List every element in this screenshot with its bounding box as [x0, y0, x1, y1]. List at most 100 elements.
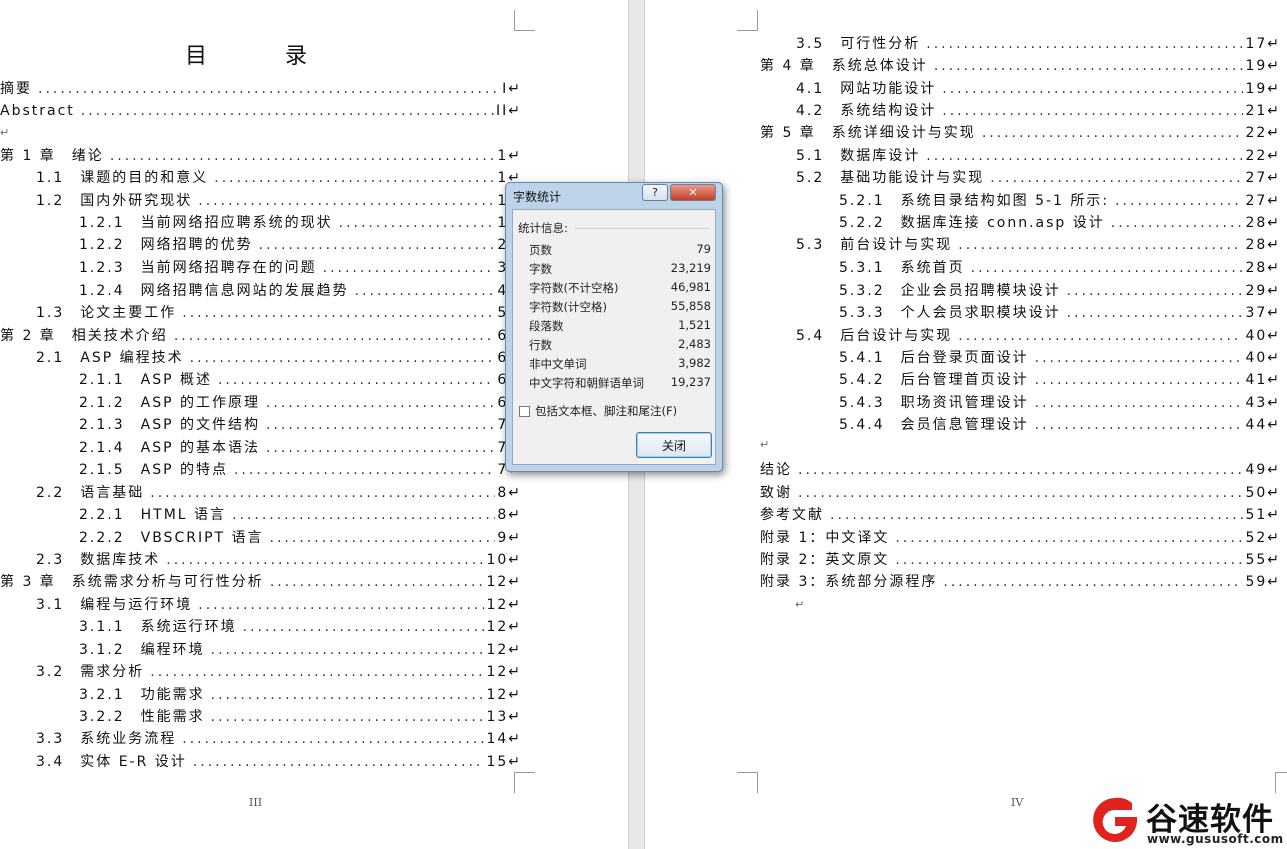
toc-leader-dots	[1067, 302, 1244, 324]
toc-entry[interactable]: 2.2.1 HTML 语言 8↵	[79, 504, 522, 526]
toc-leader-dots	[198, 594, 484, 616]
toc-leader-dots	[895, 527, 1243, 549]
toc-entry[interactable]: 2.3 数据库技术 10↵	[36, 549, 522, 571]
toc-entry-label: 5.4.3 职场资讯管理设计	[839, 395, 1029, 411]
toc-entry[interactable]: 5.4.1 后台登录页面设计 40↵	[839, 347, 1281, 369]
stat-row: 非中文单词 3,982	[529, 356, 711, 375]
toc-entry-page: 28↵	[1245, 237, 1281, 253]
toc-leader-dots	[943, 571, 1243, 593]
dialog-titlebar[interactable]: 字数统计 ? ✕	[506, 183, 722, 207]
toc-entry-page: 13↵	[486, 709, 522, 725]
toc-entry[interactable]: 2.2.2 VBSCRIPT 语言 9↵	[79, 527, 522, 549]
toc-entry[interactable]: 第 1 章 绪论 1↵	[0, 145, 522, 167]
toc-entry[interactable]: 1.2.4 网络招聘信息网站的发展趋势4↵	[79, 280, 522, 302]
stat-row: 段落数 1,521	[529, 318, 711, 337]
toc-entry[interactable]: 3.1.2 编程环境 12↵	[79, 639, 522, 661]
toc-entry[interactable]: 5.2 基础功能设计与实现 27↵	[796, 167, 1281, 189]
toc-entry-page: 14↵	[486, 731, 522, 747]
toc-entry-page: 52↵	[1245, 530, 1281, 546]
toc-entry[interactable]: 3.1.1 系统运行环境 12↵	[79, 616, 522, 638]
toc-entry[interactable]: 5.4.3 职场资讯管理设计 43↵	[839, 392, 1281, 414]
word-count-dialog: 字数统计 ? ✕ 统计信息: 页数 79 字数 23,219 字符数(不计空格) 46,9…	[505, 182, 723, 472]
toc-entry-label: 5.2.1 系统目录结构如图 5-1 所示:	[839, 193, 1110, 209]
toc-entry[interactable]: 2.2 语言基础 8↵	[36, 482, 522, 504]
toc-entry-label: 2.1.2 ASP 的工作原理	[79, 395, 260, 411]
toc-entry[interactable]: 5.4 后台设计与实现 40↵	[796, 325, 1281, 347]
toc-entry-page: 28↵	[1245, 260, 1281, 276]
toc-entry[interactable]: 1.2.2 网络招聘的优势2↵	[79, 234, 522, 256]
toc-leader-dots	[830, 504, 1243, 526]
toc-entry[interactable]: 3.2.2 性能需求 13↵	[79, 706, 522, 728]
toc-entry-label: 1.2.3 当前网络招聘存在的问题	[79, 260, 317, 276]
toc-entry[interactable]: 5.3.3 个人会员求职模块设计 37↵	[839, 302, 1281, 324]
toc-leader-dots	[270, 527, 496, 549]
toc-entry[interactable]: 第 2 章 相关技术介绍6↵	[0, 325, 522, 347]
toc-leader-dots	[895, 549, 1243, 571]
toc-entry[interactable]: 结论 49↵	[760, 459, 1281, 481]
toc-entry[interactable]: 第 3 章 系统需求分析与可行性分析 12↵	[0, 571, 522, 593]
toc-entry-label: 附录 3：系统部分源程序	[760, 574, 938, 590]
toc-leader-dots	[211, 684, 485, 706]
toc-entry[interactable]: 5.1 数据库设计 22↵	[796, 145, 1281, 167]
toc-entry[interactable]: 4.1 网站功能设计 19↵	[796, 78, 1281, 100]
include-footnotes-option[interactable]: 包括文本框、脚注和尾注(F)	[519, 403, 677, 419]
toc-entry-label: 参考文献	[760, 507, 824, 523]
stat-label: 非中文单词	[529, 357, 587, 371]
toc-entry[interactable]: 4.2 系统结构设计 21↵	[796, 100, 1281, 122]
toc-entry-page: 10↵	[486, 552, 522, 568]
checkbox[interactable]	[519, 405, 530, 417]
toc-leader-dots	[1035, 369, 1244, 391]
toc-leader-dots	[193, 751, 485, 773]
toc-entry-label: 5.4.2 后台管理首页设计	[839, 372, 1029, 388]
toc-entry[interactable]: Abstract II↵	[0, 100, 522, 122]
toc-entry[interactable]: 1.2.1 当前网络招应聘系统的现状1↵	[79, 212, 522, 234]
toc-entry[interactable]: 1.2.3 当前网络招聘存在的问题3↵	[79, 257, 522, 279]
toc-entry[interactable]: 2.1.1 ASP 概述6↵	[79, 369, 522, 391]
toc-leader-dots	[38, 78, 500, 100]
toc-entry[interactable]: 5.3.1 系统首页 28↵	[839, 257, 1281, 279]
toc-entry[interactable]: 5.3.2 企业会员招聘模块设计 29↵	[839, 280, 1281, 302]
brand-url: www.gususoft.com	[1147, 832, 1284, 846]
toc-entry[interactable]: 附录 2：英文原文 55↵	[760, 549, 1281, 571]
toc-entry[interactable]: 第 4 章 系统总体设计 19↵	[760, 55, 1281, 77]
toc-entry[interactable]: 致谢 50↵	[760, 482, 1281, 504]
document-page-right[interactable]: 3.5 可行性分析 17↵ 第 4 章 系统总体设计 19↵ 4.1 网站功能设计 19↵…	[645, 0, 1287, 849]
toc-entry[interactable]: 参考文献 51↵	[760, 504, 1281, 526]
toc-entry-label: 3.2 需求分析	[36, 664, 145, 680]
toc-entry[interactable]: 5.4.2 后台管理首页设计 41↵	[839, 369, 1281, 391]
toc-entry[interactable]: 第 5 章 系统详细设计与实现 22↵	[760, 122, 1281, 144]
toc-entry[interactable]: 5.2.2 数据库连接 conn.asp 设计 28↵	[839, 212, 1281, 234]
toc-entry[interactable]: 2.1.3 ASP 的文件结构7↵	[79, 414, 522, 436]
help-button[interactable]: ?	[642, 184, 668, 201]
toc-entry[interactable]: 附录 1：中文译文 52↵	[760, 527, 1281, 549]
toc-entry-page: 51↵	[1245, 507, 1281, 523]
close-button[interactable]: 关闭	[636, 432, 712, 458]
toc-entry[interactable]: 1.3 论文主要工作5↵	[36, 302, 522, 324]
toc-entry[interactable]: 2.1.5 ASP 的特点7↵	[79, 459, 522, 481]
stat-value: 55,858	[670, 299, 711, 313]
toc-entry-label: 3.1.1 系统运行环境	[79, 619, 237, 635]
toc-entry[interactable]: 附录 3：系统部分源程序 59↵	[760, 571, 1281, 593]
close-x-button[interactable]: ✕	[670, 184, 716, 201]
toc-entry[interactable]: 3.5 可行性分析 17↵	[796, 33, 1281, 55]
toc-entry[interactable]: 3.3 系统业务流程 14↵	[36, 728, 522, 750]
toc-entry[interactable]: 1.1 课题的目的和意义1↵	[36, 167, 522, 189]
toc-leader-dots	[190, 347, 496, 369]
toc-entry[interactable]: 2.1.4 ASP 的基本语法7↵	[79, 437, 522, 459]
toc-entry[interactable]: 3.2 需求分析 12↵	[36, 661, 522, 683]
toc-entry[interactable]: 3.2.1 功能需求 12↵	[79, 684, 522, 706]
toc-entry[interactable]: 3.1 编程与运行环境 12↵	[36, 594, 522, 616]
toc-entry[interactable]: 5.4.4 会员信息管理设计 44↵	[839, 414, 1281, 436]
toc-leader-dots	[182, 728, 484, 750]
toc-entry[interactable]: 2.1 ASP 编程技术6↵	[36, 347, 522, 369]
toc-entry[interactable]: 1.2 国内外研究现状1↵	[36, 190, 522, 212]
stat-row: 字数 23,219	[529, 261, 711, 280]
toc-entry[interactable]: 5.2.1 系统目录结构如图 5-1 所示: 27↵	[839, 190, 1281, 212]
toc-leader-dots	[259, 234, 496, 256]
toc-leader-dots	[798, 482, 1243, 504]
toc-entry[interactable]: 2.1.2 ASP 的工作原理6↵	[79, 392, 522, 414]
toc-entry[interactable]: 摘要 I↵	[0, 78, 522, 100]
toc-entry[interactable]: 5.3 前台设计与实现 28↵	[796, 234, 1281, 256]
toc-entry[interactable]: 3.4 实体 E-R 设计 15↵	[36, 751, 522, 773]
toc-entry-page: 59↵	[1245, 574, 1281, 590]
